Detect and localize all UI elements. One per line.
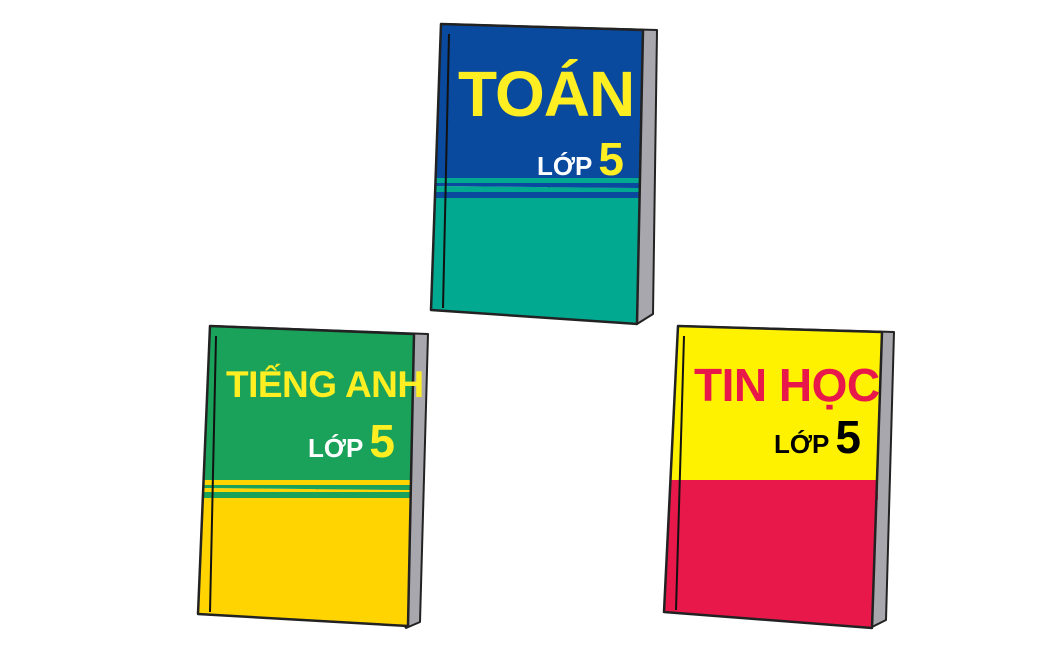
book-tin-hoc-title: TIN HỌC xyxy=(694,359,880,411)
book-tin-hoc-grade-number: 5 xyxy=(835,411,861,463)
book-toan-grade-number: 5 xyxy=(598,133,624,185)
book-tin-hoc-grade: LỚP 5 xyxy=(774,414,861,460)
book-toan: TOÁN LỚP 5 xyxy=(425,18,665,328)
book-toan-grade-label: LỚP xyxy=(537,151,593,181)
book-tieng-anh-grade: LỚP 5 xyxy=(308,418,395,464)
book-tin-hoc-grade-label: LỚP xyxy=(774,429,830,459)
book-tieng-anh-title: TIẾNG ANH xyxy=(226,364,424,405)
book-toan-grade: LỚP 5 xyxy=(537,136,624,182)
book-tieng-anh: TIẾNG ANH LỚP 5 xyxy=(194,322,434,632)
book-tieng-anh-grade-number: 5 xyxy=(369,415,395,467)
book-tin-hoc: TIN HỌC LỚP 5 xyxy=(660,322,900,632)
book-tieng-anh-grade-label: LỚP xyxy=(308,433,364,463)
book-toan-title: TOÁN xyxy=(458,58,635,130)
